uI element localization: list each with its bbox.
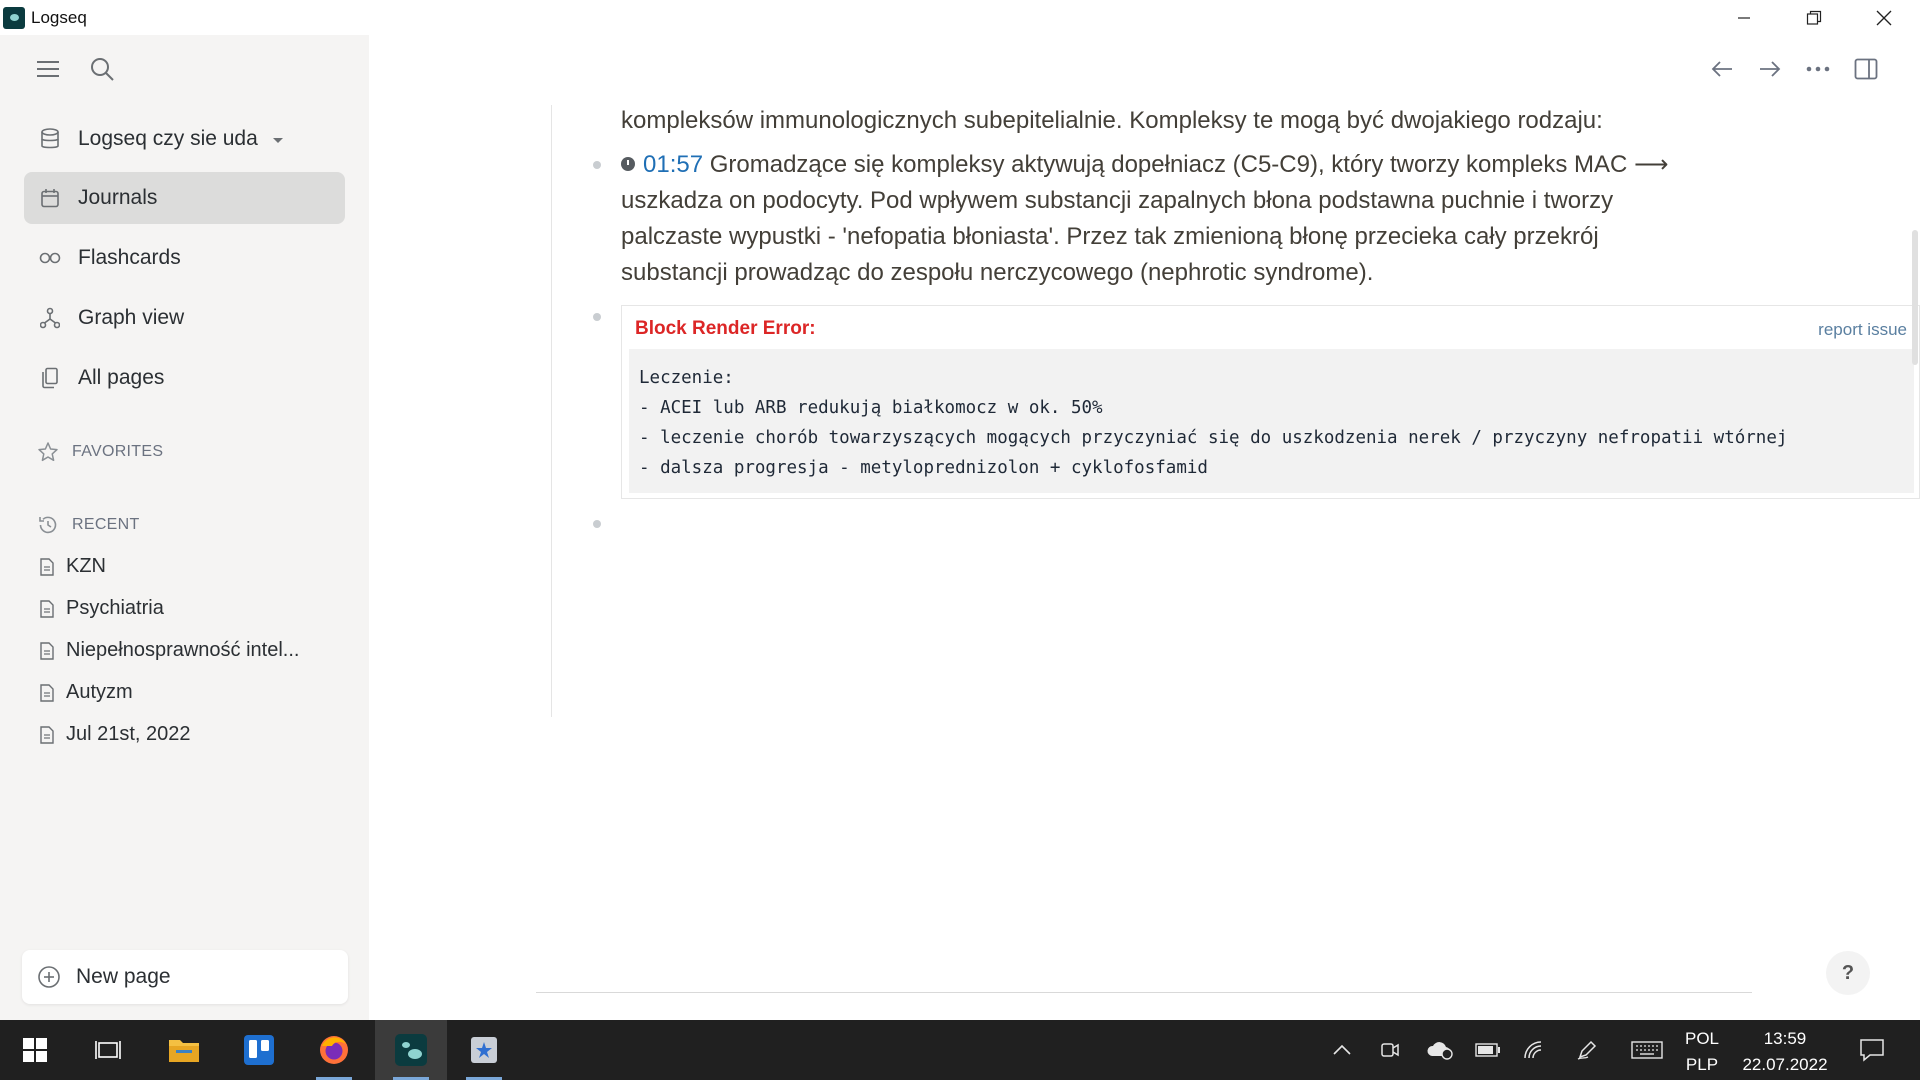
sidebar-item-all-pages[interactable]: All pages [24, 352, 345, 404]
recent-item-psychiatria[interactable]: Psychiatria [40, 597, 164, 620]
favorites-label: FAVORITES [72, 443, 164, 460]
clock-time: 13:59 [1763, 1029, 1807, 1048]
sidebar-item-label: Flashcards [78, 246, 181, 269]
caret-down-icon [272, 127, 284, 151]
chevron-up-icon[interactable] [1330, 1038, 1354, 1062]
graph-selector[interactable]: Logseq czy sie uda [24, 113, 345, 165]
trello-icon[interactable] [229, 1020, 289, 1080]
block-render-error: Block Render Error: report issue Leczeni… [621, 305, 1920, 499]
help-button[interactable]: ? [1826, 951, 1870, 995]
window-title: Logseq [31, 7, 87, 27]
menu-icon[interactable] [34, 55, 62, 83]
sidebar-item-label: All pages [78, 366, 165, 389]
star-icon [36, 440, 60, 464]
block-text-top[interactable]: kompleksów immunologicznych subepitelial… [621, 103, 1761, 139]
recent-item-label: Autyzm [66, 681, 133, 703]
onedrive-icon[interactable] [1425, 1038, 1455, 1062]
header-toolbar [1708, 52, 1880, 86]
scrollbar-thumb[interactable] [1912, 230, 1918, 365]
search-icon[interactable] [88, 55, 116, 83]
sidebar-item-label: Graph view [78, 306, 185, 329]
new-page-button[interactable]: New page [22, 950, 348, 1004]
start-button[interactable] [5, 1020, 65, 1080]
recent-item-label: KZN [66, 555, 106, 577]
sidebar-item-flashcards[interactable]: Flashcards [24, 232, 345, 284]
recent-item-kzn[interactable]: KZN [40, 555, 106, 578]
report-issue-link[interactable]: report issue [1818, 320, 1907, 340]
graph-icon [38, 306, 62, 330]
left-sidebar: Logseq czy sie uda Journals Flashcards G… [0, 35, 369, 1020]
block-line: uszkadza on podocyty. Pod wpływem substa… [621, 187, 1614, 214]
forward-arrow-icon[interactable] [1756, 52, 1784, 86]
recent-item-label: Niepełnosprawność intel... [66, 639, 300, 661]
recent-item-niepelnosprawnosc[interactable]: Niepełnosprawność intel... [40, 639, 299, 662]
input-language-indicator[interactable]: POL PLP [1680, 1026, 1724, 1078]
sidebar-item-label: Journals [78, 186, 158, 209]
block-bullet[interactable] [593, 161, 601, 169]
error-code-block: Leczenie: - ACEI lub ARB redukują białkom… [629, 349, 1914, 493]
block-bullet[interactable] [593, 313, 601, 321]
infinity-icon [38, 246, 62, 270]
back-arrow-icon[interactable] [1708, 52, 1736, 86]
page-icon [40, 599, 56, 618]
system-clock[interactable]: 13:59 22.07.2022 [1735, 1026, 1835, 1078]
recent-item-label: Jul 21st, 2022 [66, 723, 191, 745]
sidebar-item-journals[interactable]: Journals [24, 172, 345, 224]
wifi-icon[interactable] [1522, 1038, 1546, 1062]
code-line: - dalsza progresja - metyloprednizolon +… [639, 458, 1208, 478]
logseq-taskbar-icon[interactable] [375, 1020, 447, 1080]
content-divider [536, 992, 1752, 993]
title-bar: Logseq [0, 0, 1920, 35]
right-sidebar-toggle-icon[interactable] [1852, 52, 1880, 86]
keyboard-icon[interactable] [1630, 1038, 1664, 1062]
calendar-icon [38, 186, 62, 210]
page-icon [40, 725, 56, 744]
battery-icon[interactable] [1474, 1038, 1502, 1062]
block-line: substancji prowadząc do zespołu nerczyco… [621, 259, 1374, 286]
code-line: Leczenie: [639, 368, 734, 388]
page-icon [40, 641, 56, 660]
task-view-icon[interactable] [78, 1020, 138, 1080]
more-options-icon[interactable] [1804, 52, 1832, 86]
empty-block-bullet[interactable] [593, 520, 601, 528]
favorites-header[interactable]: FAVORITES [36, 440, 163, 464]
logseq-app-icon [3, 6, 25, 29]
code-line: - leczenie chorób towarzyszących mogącyc… [639, 428, 1788, 448]
recent-item-label: Psychiatria [66, 597, 164, 619]
notification-center-icon[interactable] [1858, 1036, 1886, 1064]
block-line: palczaste wypustki - 'nefopatia błoniast… [621, 223, 1599, 250]
error-title: Block Render Error: [635, 318, 816, 339]
app-taskbar-icon[interactable] [454, 1020, 514, 1080]
clock-icon [621, 156, 635, 171]
close-button[interactable] [1849, 0, 1919, 35]
pages-icon [38, 366, 62, 390]
graph-name: Logseq czy sie uda [78, 127, 258, 150]
firefox-icon[interactable] [304, 1020, 364, 1080]
page-icon [40, 557, 56, 576]
page-left-border [551, 105, 552, 717]
recent-header[interactable]: RECENT [36, 513, 140, 537]
plus-circle-icon [36, 964, 62, 990]
timestamp-link[interactable]: 01:57 [643, 151, 703, 178]
meet-now-icon[interactable] [1378, 1038, 1402, 1062]
new-page-label: New page [76, 965, 171, 988]
keyboard-layout-code: PLP [1685, 1055, 1719, 1074]
code-line: - ACEI lub ARB redukują białkomocz w ok.… [639, 398, 1103, 418]
recent-item-autyzm[interactable]: Autyzm [40, 681, 133, 704]
clock-date: 22.07.2022 [1742, 1055, 1828, 1074]
sidebar-item-graph-view[interactable]: Graph view [24, 292, 345, 344]
pen-icon[interactable] [1575, 1038, 1599, 1062]
recent-item-jul-21st-2022[interactable]: Jul 21st, 2022 [40, 723, 191, 746]
block-line: Gromadzące się kompleksy aktywują dopełn… [709, 151, 1669, 178]
windows-taskbar: POL PLP 13:59 22.07.2022 [0, 1020, 1920, 1080]
block-immune-complexes[interactable]: 01:57 Gromadzące się kompleksy aktywują … [621, 147, 1761, 291]
history-icon [36, 513, 60, 537]
page-icon [40, 683, 56, 702]
restore-button[interactable] [1779, 0, 1849, 35]
file-explorer-icon[interactable] [154, 1020, 214, 1080]
minimize-button[interactable] [1709, 0, 1779, 35]
recent-label: RECENT [72, 516, 140, 533]
database-icon [38, 127, 62, 151]
language-code: POL [1684, 1029, 1720, 1048]
